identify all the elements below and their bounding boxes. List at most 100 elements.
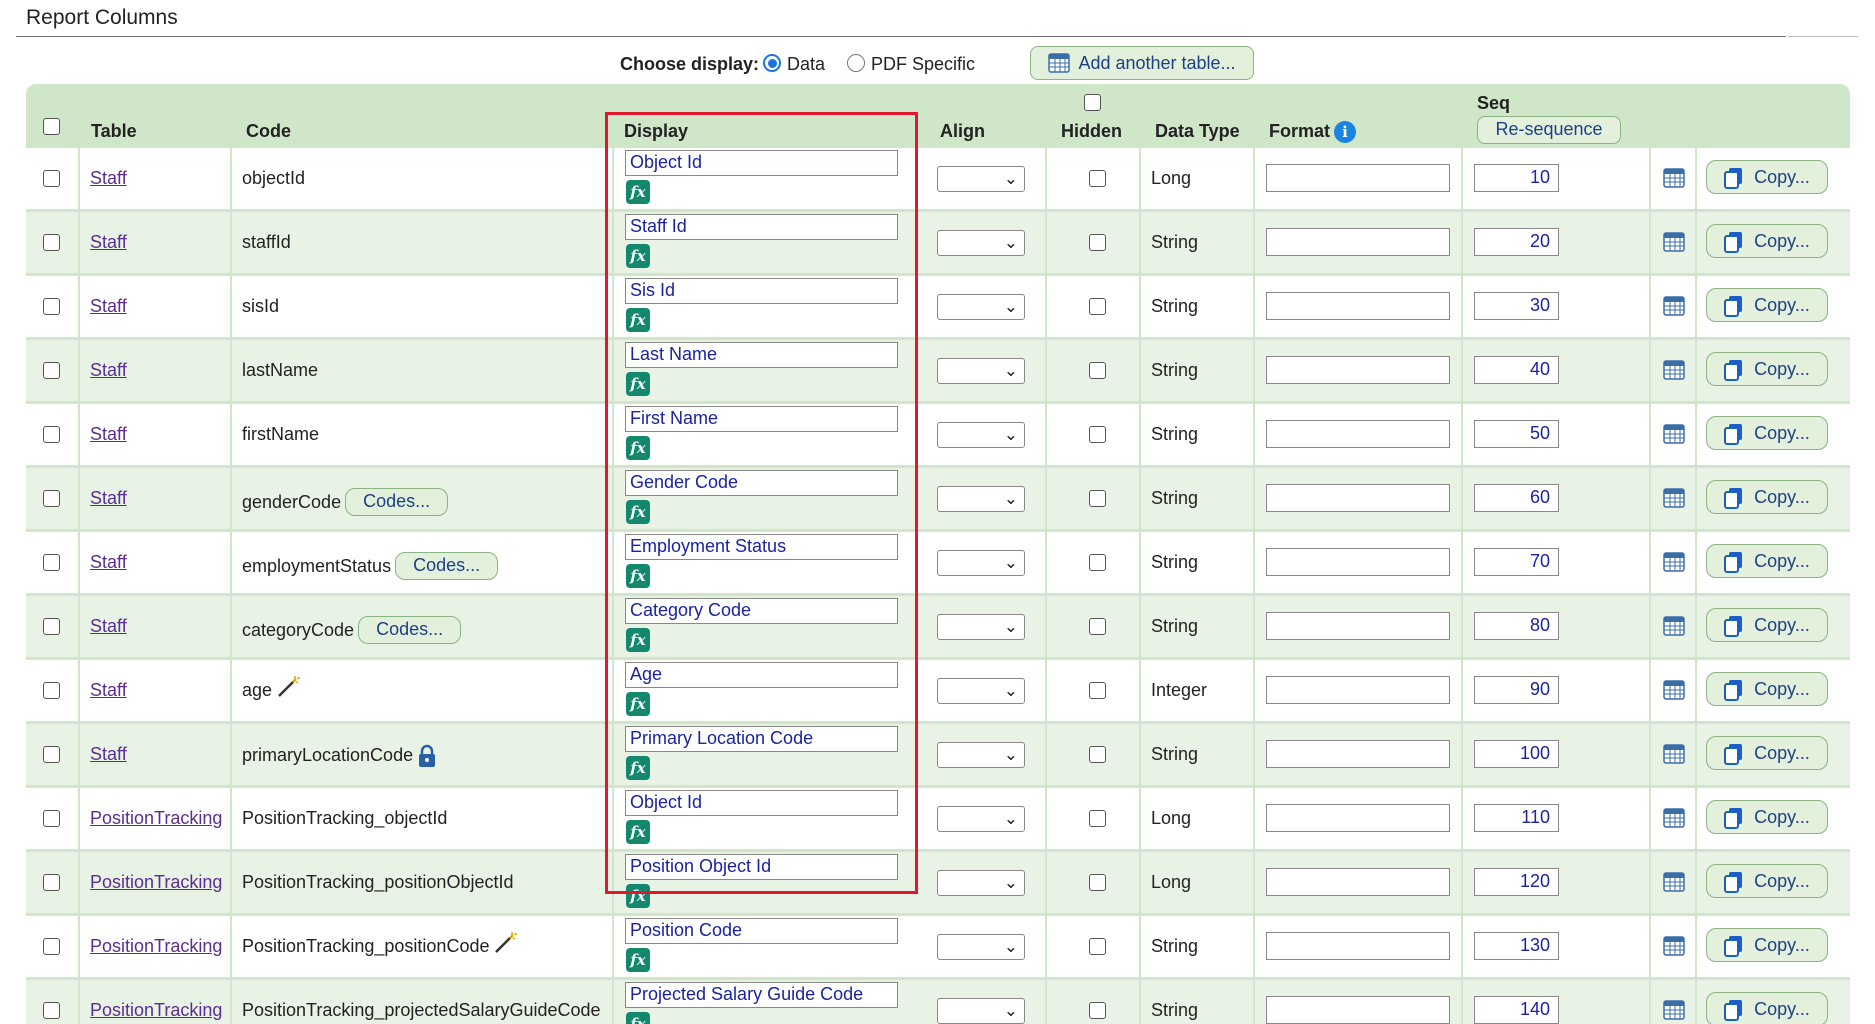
hidden-checkbox[interactable] xyxy=(1089,618,1106,635)
table-icon[interactable] xyxy=(1663,551,1685,573)
align-select[interactable]: ⌄ xyxy=(937,358,1025,384)
format-input[interactable] xyxy=(1266,484,1450,512)
seq-input[interactable]: 90 xyxy=(1474,676,1559,704)
format-input[interactable] xyxy=(1266,164,1450,192)
table-link[interactable]: Staff xyxy=(90,232,127,253)
hidden-checkbox[interactable] xyxy=(1089,1002,1106,1019)
display-name-input[interactable]: Position Code xyxy=(625,918,898,944)
formula-fx-icon[interactable]: fx xyxy=(626,820,650,844)
formula-fx-icon[interactable]: fx xyxy=(626,372,650,396)
table-icon[interactable] xyxy=(1663,359,1685,381)
display-name-input[interactable]: Employment Status xyxy=(625,534,898,560)
table-link[interactable]: Staff xyxy=(90,296,127,317)
copy-button[interactable]: Copy... xyxy=(1706,608,1828,642)
seq-input[interactable]: 70 xyxy=(1474,548,1559,576)
seq-input[interactable]: 10 xyxy=(1474,164,1559,192)
copy-button[interactable]: Copy... xyxy=(1706,160,1828,194)
formula-fx-icon[interactable]: fx xyxy=(626,564,650,588)
formula-fx-icon[interactable]: fx xyxy=(626,180,650,204)
radio-pdf-specific[interactable] xyxy=(847,54,865,72)
table-icon[interactable] xyxy=(1663,679,1685,701)
copy-button[interactable]: Copy... xyxy=(1706,480,1828,514)
hidden-checkbox[interactable] xyxy=(1089,682,1106,699)
hidden-all-checkbox[interactable] xyxy=(1084,94,1101,111)
hidden-checkbox[interactable] xyxy=(1089,554,1106,571)
formula-fx-icon[interactable]: fx xyxy=(626,756,650,780)
formula-fx-icon[interactable]: fx xyxy=(626,244,650,268)
table-icon[interactable] xyxy=(1663,999,1685,1021)
display-name-input[interactable]: Projected Salary Guide Code xyxy=(625,982,898,1008)
hidden-checkbox[interactable] xyxy=(1089,362,1106,379)
seq-input[interactable]: 110 xyxy=(1474,804,1559,832)
copy-button[interactable]: Copy... xyxy=(1706,864,1828,898)
row-select-checkbox[interactable] xyxy=(43,618,60,635)
hidden-checkbox[interactable] xyxy=(1089,874,1106,891)
resequence-button[interactable]: Re-sequence xyxy=(1477,116,1621,144)
display-name-input[interactable]: Gender Code xyxy=(625,470,898,496)
table-link[interactable]: Staff xyxy=(90,552,127,573)
table-link[interactable]: Staff xyxy=(90,360,127,381)
table-link[interactable]: PositionTracking xyxy=(90,808,222,829)
align-select[interactable]: ⌄ xyxy=(937,486,1025,512)
copy-button[interactable]: Copy... xyxy=(1706,992,1828,1024)
hidden-checkbox[interactable] xyxy=(1089,490,1106,507)
radio-data[interactable] xyxy=(763,54,781,72)
copy-button[interactable]: Copy... xyxy=(1706,736,1828,770)
row-select-checkbox[interactable] xyxy=(43,298,60,315)
table-link[interactable]: Staff xyxy=(90,744,127,765)
table-link[interactable]: Staff xyxy=(90,680,127,701)
display-name-input[interactable]: Staff Id xyxy=(625,214,898,240)
format-input[interactable] xyxy=(1266,740,1450,768)
hidden-checkbox[interactable] xyxy=(1089,810,1106,827)
table-link[interactable]: PositionTracking xyxy=(90,872,222,893)
table-icon[interactable] xyxy=(1663,487,1685,509)
format-input[interactable] xyxy=(1266,804,1450,832)
format-input[interactable] xyxy=(1266,996,1450,1024)
table-icon[interactable] xyxy=(1663,871,1685,893)
format-input[interactable] xyxy=(1266,676,1450,704)
select-all-checkbox[interactable] xyxy=(43,118,60,135)
row-select-checkbox[interactable] xyxy=(43,554,60,571)
format-input[interactable] xyxy=(1266,932,1450,960)
display-name-input[interactable]: Last Name xyxy=(625,342,898,368)
align-select[interactable]: ⌄ xyxy=(937,294,1025,320)
row-select-checkbox[interactable] xyxy=(43,746,60,763)
table-icon[interactable] xyxy=(1663,295,1685,317)
formula-fx-icon[interactable]: fx xyxy=(626,692,650,716)
display-name-input[interactable]: First Name xyxy=(625,406,898,432)
row-select-checkbox[interactable] xyxy=(43,682,60,699)
copy-button[interactable]: Copy... xyxy=(1706,288,1828,322)
align-select[interactable]: ⌄ xyxy=(937,422,1025,448)
hidden-checkbox[interactable] xyxy=(1089,938,1106,955)
align-select[interactable]: ⌄ xyxy=(937,806,1025,832)
hidden-checkbox[interactable] xyxy=(1089,170,1106,187)
align-select[interactable]: ⌄ xyxy=(937,550,1025,576)
format-input[interactable] xyxy=(1266,356,1450,384)
format-input[interactable] xyxy=(1266,420,1450,448)
copy-button[interactable]: Copy... xyxy=(1706,672,1828,706)
add-another-table-button[interactable]: Add another table... xyxy=(1030,46,1254,80)
display-name-input[interactable]: Object Id xyxy=(625,150,898,176)
seq-input[interactable]: 40 xyxy=(1474,356,1559,384)
table-icon[interactable] xyxy=(1663,231,1685,253)
seq-input[interactable]: 140 xyxy=(1474,996,1559,1024)
row-select-checkbox[interactable] xyxy=(43,874,60,891)
table-icon[interactable] xyxy=(1663,807,1685,829)
formula-fx-icon[interactable]: fx xyxy=(626,1012,650,1024)
table-link[interactable]: Staff xyxy=(90,168,127,189)
table-link[interactable]: PositionTracking xyxy=(90,1000,222,1021)
display-name-input[interactable]: Age xyxy=(625,662,898,688)
row-select-checkbox[interactable] xyxy=(43,1002,60,1019)
table-icon[interactable] xyxy=(1663,167,1685,189)
format-input[interactable] xyxy=(1266,548,1450,576)
codes-button[interactable]: Codes... xyxy=(358,616,462,644)
display-name-input[interactable]: Category Code xyxy=(625,598,898,624)
format-input[interactable] xyxy=(1266,612,1450,640)
format-input[interactable] xyxy=(1266,292,1450,320)
align-select[interactable]: ⌄ xyxy=(937,870,1025,896)
formula-fx-icon[interactable]: fx xyxy=(626,884,650,908)
align-select[interactable]: ⌄ xyxy=(937,678,1025,704)
seq-input[interactable]: 50 xyxy=(1474,420,1559,448)
table-link[interactable]: Staff xyxy=(90,616,127,637)
display-name-input[interactable]: Primary Location Code xyxy=(625,726,898,752)
